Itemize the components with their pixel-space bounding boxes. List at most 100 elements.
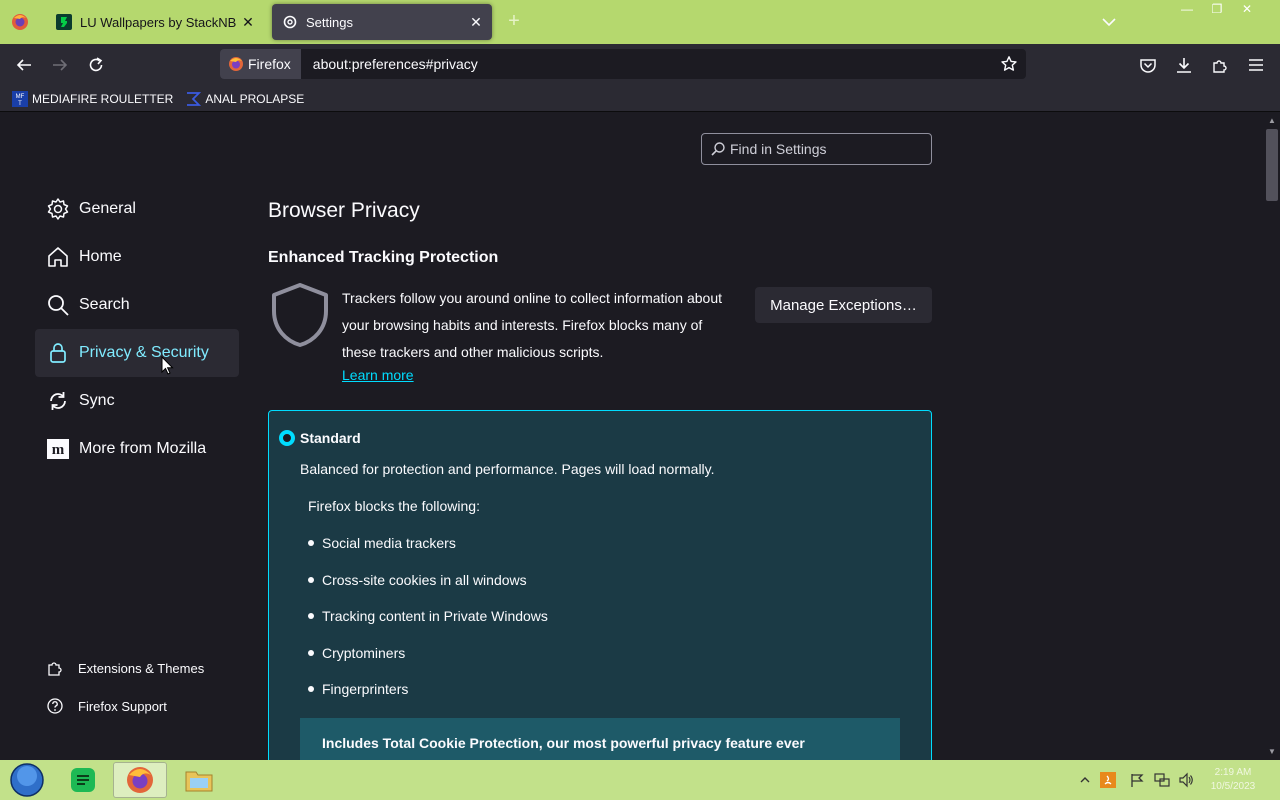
- url-text: about:preferences#privacy: [312, 56, 478, 72]
- hamburger-menu-icon[interactable]: [1244, 53, 1268, 77]
- category-label: Sync: [79, 392, 115, 409]
- blocked-list: Social media trackers Cross-site cookies…: [308, 525, 548, 708]
- category-label: More from Mozilla: [79, 440, 207, 457]
- standard-protection-card[interactable]: Standard Balanced for protection and per…: [268, 410, 932, 760]
- footer-label: Firefox Support: [78, 698, 167, 714]
- clock-time: 2:19 AM: [1214, 767, 1252, 778]
- list-item: Cryptominers: [308, 635, 548, 672]
- identity-label: Firefox: [248, 56, 291, 72]
- firefox-icon[interactable]: [113, 762, 167, 798]
- bookmark-second[interactable]: ANAL PROLAPSE: [185, 91, 304, 107]
- tab-title: LU Wallpapers by StackNB on D: [80, 14, 238, 30]
- tab-settings[interactable]: Settings ✕: [272, 4, 492, 40]
- category-search[interactable]: Search: [35, 281, 239, 329]
- svg-text:m: m: [52, 442, 65, 458]
- help-icon: [47, 698, 63, 714]
- close-window-button[interactable]: ✕: [1232, 0, 1262, 18]
- bookmark-label: MEDIAFIRE ROULETTER: [32, 91, 174, 106]
- category-label: Home: [79, 248, 122, 265]
- svg-text:T: T: [18, 101, 22, 107]
- category-label: Privacy & Security: [79, 344, 209, 361]
- gear-icon: [45, 196, 71, 222]
- category-label: General: [79, 200, 136, 217]
- list-item: Tracking content in Private Windows: [308, 598, 548, 635]
- identity-box[interactable]: Firefox: [220, 49, 301, 79]
- search-placeholder: Find in Settings: [730, 141, 827, 157]
- forward-button[interactable]: [48, 53, 72, 77]
- bookmarks-toolbar: MF T MEDIAFIRE ROULETTER ANAL PROLAPSE: [0, 86, 1280, 112]
- java-tray-icon[interactable]: [1099, 771, 1117, 789]
- downloads-icon[interactable]: [1172, 53, 1196, 77]
- learn-more-link[interactable]: Learn more: [342, 367, 414, 383]
- sigma-icon: [187, 91, 202, 106]
- extensions-themes-link[interactable]: Extensions & Themes: [46, 659, 204, 677]
- pocket-icon[interactable]: [1136, 53, 1160, 77]
- list-item: Social media trackers: [308, 525, 548, 562]
- close-tab-icon[interactable]: ✕: [466, 12, 486, 32]
- page-title: Browser Privacy: [268, 199, 420, 222]
- tab-strip: LU Wallpapers by StackNB on D ✕ Settings…: [0, 0, 1280, 44]
- deviantart-icon: [56, 14, 72, 30]
- scroll-down-icon[interactable]: ▼: [1267, 747, 1277, 757]
- mouse-cursor-icon: [161, 355, 175, 376]
- standard-description: Balanced for protection and performance.…: [300, 461, 715, 477]
- list-item: Cross-site cookies in all windows: [308, 562, 548, 599]
- search-input[interactable]: Find in Settings: [701, 133, 932, 165]
- bookmark-label: ANAL PROLAPSE: [205, 91, 305, 106]
- network-icon[interactable]: [1153, 771, 1171, 789]
- notes-icon[interactable]: [56, 762, 110, 798]
- firefox-view-icon[interactable]: [8, 10, 32, 34]
- flag-icon[interactable]: [1128, 771, 1146, 789]
- close-tab-icon[interactable]: ✕: [238, 12, 258, 32]
- url-bar[interactable]: Firefox about:preferences#privacy: [220, 49, 1026, 79]
- taskbar: 2:19 AM 10/5/2023: [0, 760, 1280, 800]
- svg-text:MF: MF: [16, 94, 25, 100]
- start-orb-icon[interactable]: [0, 762, 54, 798]
- blocks-heading: Firefox blocks the following:: [308, 498, 480, 514]
- standard-radio[interactable]: [279, 430, 295, 446]
- sync-icon: [45, 388, 71, 414]
- total-cookie-protection-banner: Includes Total Cookie Protection, our mo…: [300, 718, 900, 760]
- page-scrollbar[interactable]: ▲ ▼: [1264, 113, 1280, 760]
- firefox-icon: [229, 57, 243, 71]
- clock-date: 10/5/2023: [1210, 781, 1256, 792]
- extensions-icon[interactable]: [1208, 53, 1232, 77]
- mediafire-icon: MFT: [12, 90, 28, 107]
- bookmark-star-icon[interactable]: [1000, 55, 1018, 73]
- minimize-button[interactable]: —: [1172, 0, 1202, 18]
- category-privacy-security[interactable]: Privacy & Security: [35, 329, 239, 377]
- show-hidden-icons-icon[interactable]: [1076, 771, 1094, 789]
- chevron-down-icon[interactable]: [1100, 14, 1118, 30]
- gear-icon: [282, 14, 298, 30]
- category-sync[interactable]: Sync: [35, 377, 239, 425]
- manage-exceptions-button[interactable]: Manage Exceptions…: [755, 287, 932, 323]
- window-controls: — ❐ ✕: [1172, 0, 1262, 18]
- lock-icon: [45, 340, 71, 366]
- category-more-from-mozilla[interactable]: m More from Mozilla: [35, 425, 239, 473]
- scrollbar-thumb[interactable]: [1266, 129, 1278, 201]
- mozilla-icon: m: [45, 436, 71, 462]
- bookmark-mediafire[interactable]: MF T MEDIAFIRE ROULETTER: [12, 90, 174, 107]
- new-tab-button[interactable]: +: [504, 11, 524, 32]
- volume-icon[interactable]: [1177, 771, 1195, 789]
- search-icon: [711, 142, 725, 156]
- search-icon: [45, 292, 71, 318]
- home-icon: [45, 244, 71, 270]
- category-general[interactable]: General: [35, 185, 239, 233]
- reload-button[interactable]: [84, 53, 108, 77]
- file-explorer-icon[interactable]: [172, 762, 226, 798]
- etp-description: Trackers follow you around online to col…: [342, 290, 723, 360]
- category-label: Search: [79, 296, 130, 313]
- back-button[interactable]: [12, 53, 36, 77]
- firefox-support-link[interactable]: Firefox Support: [46, 697, 167, 715]
- standard-title: Standard: [300, 430, 361, 446]
- scroll-up-icon[interactable]: ▲: [1267, 116, 1277, 126]
- tab-deviantart[interactable]: LU Wallpapers by StackNB on D ✕: [46, 4, 264, 40]
- settings-page: Find in Settings General Home Search Pri…: [0, 113, 1280, 760]
- footer-label: Extensions & Themes: [78, 660, 205, 676]
- category-home[interactable]: Home: [35, 233, 239, 281]
- system-clock[interactable]: 2:19 AM 10/5/2023: [1198, 766, 1268, 794]
- list-item: Fingerprinters: [308, 671, 548, 708]
- etp-heading: Enhanced Tracking Protection: [268, 249, 499, 266]
- restore-button[interactable]: ❐: [1202, 0, 1232, 18]
